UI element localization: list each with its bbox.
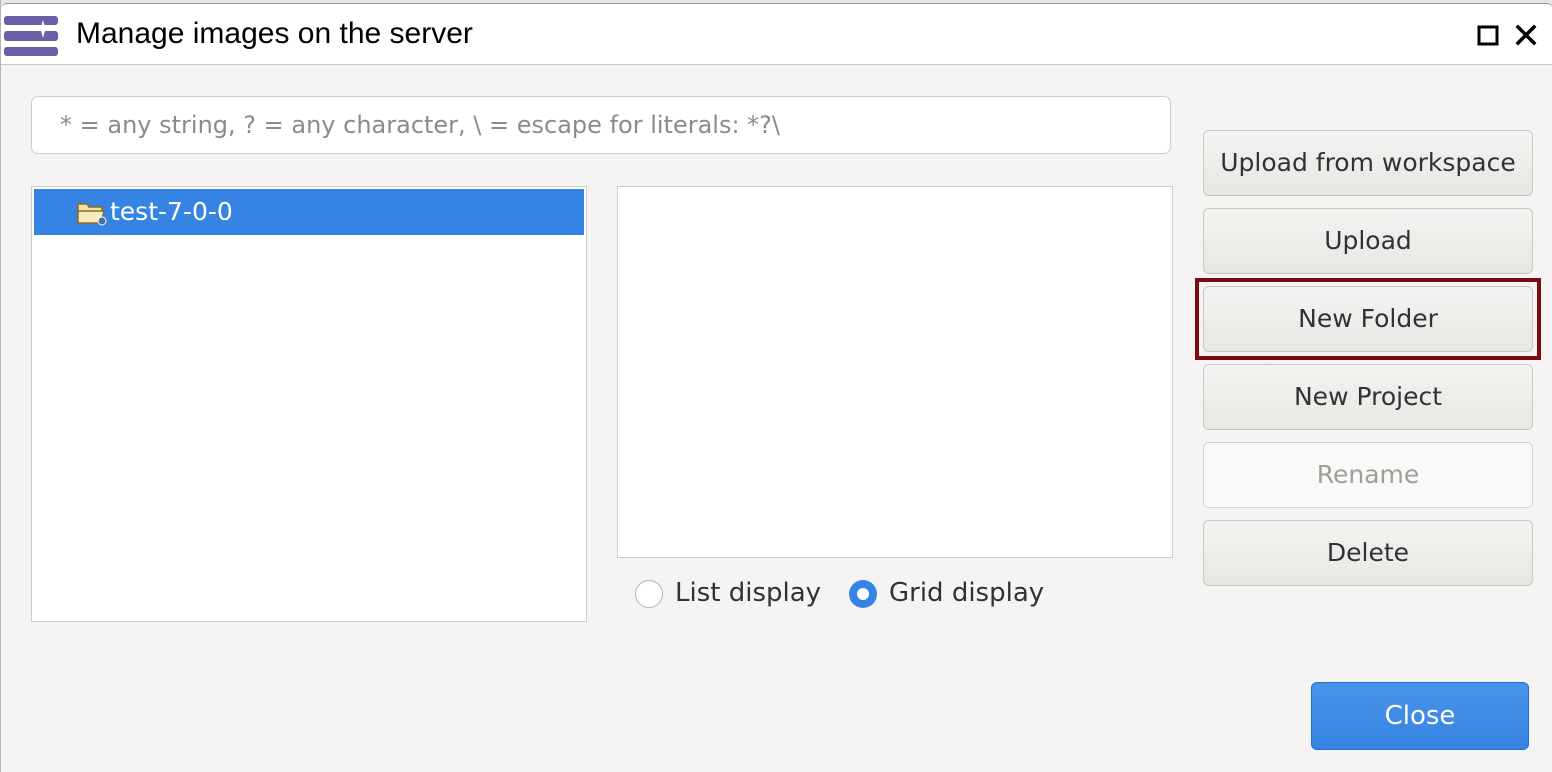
close-button[interactable]: Close [1311,682,1529,750]
delete-button[interactable]: Delete [1203,520,1533,586]
radio-unchecked-icon [635,580,663,608]
image-server-icon [4,16,58,56]
dialog-title: Manage images on the server [76,17,473,50]
grid-display-label: Grid display [889,578,1045,608]
tree-item-label: test-7-0-0 [110,197,233,226]
radio-checked-icon [849,580,877,608]
filter-search-input[interactable] [31,96,1171,154]
new-project-button[interactable]: New Project [1203,364,1533,430]
maximize-icon[interactable] [1475,22,1501,48]
image-preview-area[interactable] [617,186,1173,558]
rename-button[interactable]: Rename [1203,442,1533,508]
upload-from-workspace-button[interactable]: Upload from workspace [1203,130,1533,196]
folder-project-icon [77,203,107,226]
dialog-window: Manage images on the server test-7-0-0 L… [0,0,1552,772]
upload-button[interactable]: Upload [1203,208,1533,274]
title-bar: Manage images on the server [1,3,1552,65]
new-folder-button[interactable]: New Folder [1203,286,1533,352]
close-icon[interactable] [1513,22,1539,48]
list-display-label: List display [675,578,822,608]
tree-item-test-7-0-0[interactable]: test-7-0-0 [34,189,584,235]
folder-tree[interactable]: test-7-0-0 [31,186,587,622]
